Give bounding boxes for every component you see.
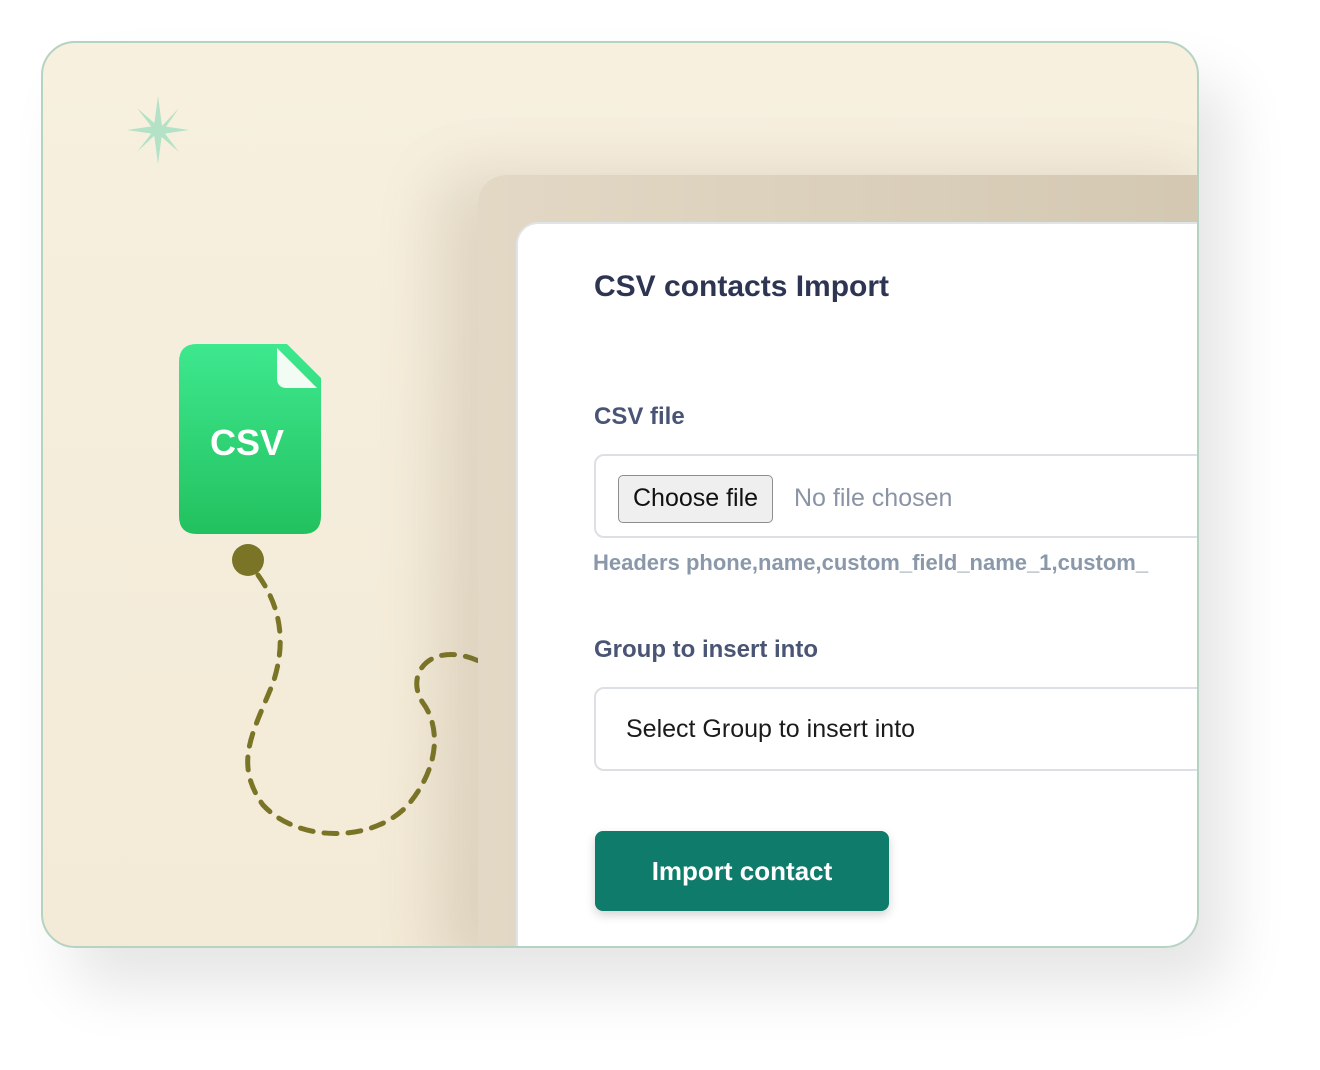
modal-title: CSV contacts Import xyxy=(594,270,890,303)
headers-hint: Headers phone,name,custom_field_name_1,c… xyxy=(593,550,1149,575)
group-select[interactable]: Select Group to insert into xyxy=(594,687,1197,771)
csv-import-modal: CSV contacts Import CSV file Choose file… xyxy=(516,222,1197,946)
choose-file-button[interactable]: Choose file xyxy=(618,475,774,523)
csv-icon-label: CSV xyxy=(210,422,284,463)
sparkle-icon xyxy=(127,96,189,164)
illustration-card: CSV CSV contacts Import CSV file Choose … xyxy=(41,41,1199,948)
import-contact-button[interactable]: Import contact xyxy=(595,831,889,911)
csv-file-label: CSV file xyxy=(594,403,685,430)
stage: CSV CSV contacts Import CSV file Choose … xyxy=(0,0,1320,1070)
group-select-value: Select Group to insert into xyxy=(626,715,916,743)
no-file-chosen-text: No file chosen xyxy=(794,484,953,512)
csv-file-icon: CSV xyxy=(179,344,321,534)
csv-file-input[interactable]: Choose file No file chosen xyxy=(594,454,1197,538)
group-label: Group to insert into xyxy=(594,636,818,663)
